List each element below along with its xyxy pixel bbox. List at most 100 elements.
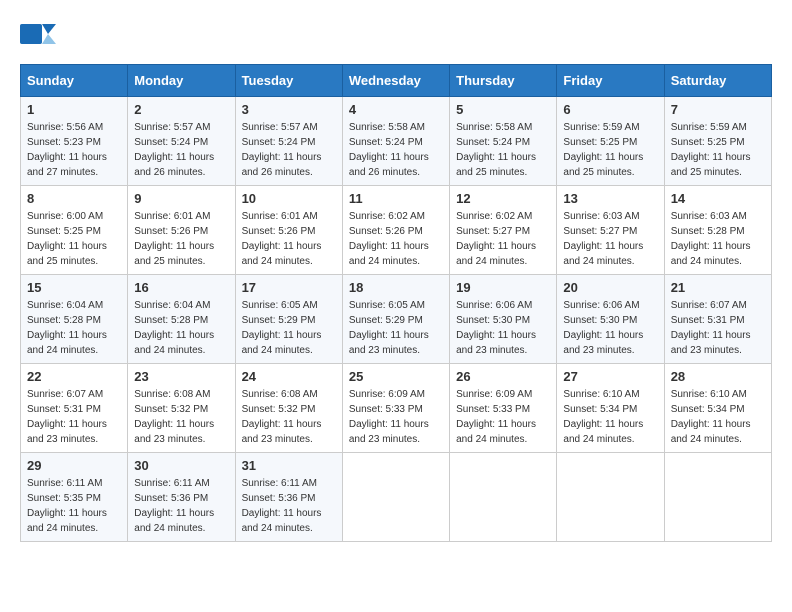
weekday-header: Tuesday	[235, 65, 342, 97]
day-info: Sunrise: 6:01 AM Sunset: 5:26 PM Dayligh…	[242, 209, 336, 269]
day-number: 23	[134, 369, 228, 384]
day-info: Sunrise: 6:04 AM Sunset: 5:28 PM Dayligh…	[27, 298, 121, 358]
calendar-day-cell	[342, 453, 449, 542]
day-info: Sunrise: 6:05 AM Sunset: 5:29 PM Dayligh…	[349, 298, 443, 358]
day-number: 16	[134, 280, 228, 295]
day-number: 2	[134, 102, 228, 117]
day-number: 22	[27, 369, 121, 384]
calendar-day-cell: 20 Sunrise: 6:06 AM Sunset: 5:30 PM Dayl…	[557, 275, 664, 364]
calendar-day-cell	[557, 453, 664, 542]
calendar-day-cell: 22 Sunrise: 6:07 AM Sunset: 5:31 PM Dayl…	[21, 364, 128, 453]
calendar-day-cell: 16 Sunrise: 6:04 AM Sunset: 5:28 PM Dayl…	[128, 275, 235, 364]
logo-icon	[20, 20, 56, 48]
calendar-day-cell: 6 Sunrise: 5:59 AM Sunset: 5:25 PM Dayli…	[557, 97, 664, 186]
day-info: Sunrise: 6:11 AM Sunset: 5:35 PM Dayligh…	[27, 476, 121, 536]
day-number: 6	[563, 102, 657, 117]
day-number: 4	[349, 102, 443, 117]
calendar-day-cell: 18 Sunrise: 6:05 AM Sunset: 5:29 PM Dayl…	[342, 275, 449, 364]
calendar-day-cell	[664, 453, 771, 542]
day-number: 25	[349, 369, 443, 384]
calendar-day-cell: 8 Sunrise: 6:00 AM Sunset: 5:25 PM Dayli…	[21, 186, 128, 275]
weekday-header: Monday	[128, 65, 235, 97]
calendar-week-row: 29 Sunrise: 6:11 AM Sunset: 5:35 PM Dayl…	[21, 453, 772, 542]
calendar-day-cell: 24 Sunrise: 6:08 AM Sunset: 5:32 PM Dayl…	[235, 364, 342, 453]
day-info: Sunrise: 6:04 AM Sunset: 5:28 PM Dayligh…	[134, 298, 228, 358]
day-number: 21	[671, 280, 765, 295]
day-info: Sunrise: 5:59 AM Sunset: 5:25 PM Dayligh…	[671, 120, 765, 180]
day-number: 26	[456, 369, 550, 384]
calendar-day-cell: 10 Sunrise: 6:01 AM Sunset: 5:26 PM Dayl…	[235, 186, 342, 275]
day-number: 24	[242, 369, 336, 384]
calendar-table: SundayMondayTuesdayWednesdayThursdayFrid…	[20, 64, 772, 542]
calendar-day-cell: 11 Sunrise: 6:02 AM Sunset: 5:26 PM Dayl…	[342, 186, 449, 275]
weekday-header: Friday	[557, 65, 664, 97]
weekday-header: Wednesday	[342, 65, 449, 97]
calendar-week-row: 1 Sunrise: 5:56 AM Sunset: 5:23 PM Dayli…	[21, 97, 772, 186]
day-number: 28	[671, 369, 765, 384]
calendar-day-cell: 28 Sunrise: 6:10 AM Sunset: 5:34 PM Dayl…	[664, 364, 771, 453]
calendar-day-cell: 3 Sunrise: 5:57 AM Sunset: 5:24 PM Dayli…	[235, 97, 342, 186]
weekday-header: Saturday	[664, 65, 771, 97]
day-info: Sunrise: 6:02 AM Sunset: 5:26 PM Dayligh…	[349, 209, 443, 269]
day-info: Sunrise: 5:58 AM Sunset: 5:24 PM Dayligh…	[349, 120, 443, 180]
day-number: 1	[27, 102, 121, 117]
day-info: Sunrise: 6:08 AM Sunset: 5:32 PM Dayligh…	[134, 387, 228, 447]
day-number: 20	[563, 280, 657, 295]
day-info: Sunrise: 6:09 AM Sunset: 5:33 PM Dayligh…	[456, 387, 550, 447]
day-info: Sunrise: 6:08 AM Sunset: 5:32 PM Dayligh…	[242, 387, 336, 447]
day-info: Sunrise: 6:07 AM Sunset: 5:31 PM Dayligh…	[671, 298, 765, 358]
day-info: Sunrise: 6:00 AM Sunset: 5:25 PM Dayligh…	[27, 209, 121, 269]
day-info: Sunrise: 6:10 AM Sunset: 5:34 PM Dayligh…	[671, 387, 765, 447]
calendar-day-cell: 12 Sunrise: 6:02 AM Sunset: 5:27 PM Dayl…	[450, 186, 557, 275]
calendar-day-cell: 1 Sunrise: 5:56 AM Sunset: 5:23 PM Dayli…	[21, 97, 128, 186]
day-number: 10	[242, 191, 336, 206]
day-info: Sunrise: 6:02 AM Sunset: 5:27 PM Dayligh…	[456, 209, 550, 269]
calendar-day-cell: 7 Sunrise: 5:59 AM Sunset: 5:25 PM Dayli…	[664, 97, 771, 186]
day-info: Sunrise: 5:57 AM Sunset: 5:24 PM Dayligh…	[134, 120, 228, 180]
calendar-day-cell: 14 Sunrise: 6:03 AM Sunset: 5:28 PM Dayl…	[664, 186, 771, 275]
calendar-day-cell: 27 Sunrise: 6:10 AM Sunset: 5:34 PM Dayl…	[557, 364, 664, 453]
day-info: Sunrise: 6:06 AM Sunset: 5:30 PM Dayligh…	[456, 298, 550, 358]
day-info: Sunrise: 5:57 AM Sunset: 5:24 PM Dayligh…	[242, 120, 336, 180]
calendar-day-cell: 30 Sunrise: 6:11 AM Sunset: 5:36 PM Dayl…	[128, 453, 235, 542]
calendar-day-cell	[450, 453, 557, 542]
day-info: Sunrise: 6:06 AM Sunset: 5:30 PM Dayligh…	[563, 298, 657, 358]
day-number: 19	[456, 280, 550, 295]
day-info: Sunrise: 6:10 AM Sunset: 5:34 PM Dayligh…	[563, 387, 657, 447]
calendar-day-cell: 2 Sunrise: 5:57 AM Sunset: 5:24 PM Dayli…	[128, 97, 235, 186]
day-number: 7	[671, 102, 765, 117]
calendar-week-row: 22 Sunrise: 6:07 AM Sunset: 5:31 PM Dayl…	[21, 364, 772, 453]
calendar-day-cell: 17 Sunrise: 6:05 AM Sunset: 5:29 PM Dayl…	[235, 275, 342, 364]
calendar-day-cell: 4 Sunrise: 5:58 AM Sunset: 5:24 PM Dayli…	[342, 97, 449, 186]
calendar-header-row: SundayMondayTuesdayWednesdayThursdayFrid…	[21, 65, 772, 97]
page-header	[20, 20, 772, 48]
day-number: 17	[242, 280, 336, 295]
calendar-week-row: 15 Sunrise: 6:04 AM Sunset: 5:28 PM Dayl…	[21, 275, 772, 364]
day-info: Sunrise: 5:58 AM Sunset: 5:24 PM Dayligh…	[456, 120, 550, 180]
calendar-day-cell: 13 Sunrise: 6:03 AM Sunset: 5:27 PM Dayl…	[557, 186, 664, 275]
calendar-week-row: 8 Sunrise: 6:00 AM Sunset: 5:25 PM Dayli…	[21, 186, 772, 275]
day-info: Sunrise: 6:09 AM Sunset: 5:33 PM Dayligh…	[349, 387, 443, 447]
calendar-day-cell: 5 Sunrise: 5:58 AM Sunset: 5:24 PM Dayli…	[450, 97, 557, 186]
calendar-day-cell: 19 Sunrise: 6:06 AM Sunset: 5:30 PM Dayl…	[450, 275, 557, 364]
day-number: 8	[27, 191, 121, 206]
day-info: Sunrise: 6:05 AM Sunset: 5:29 PM Dayligh…	[242, 298, 336, 358]
day-number: 3	[242, 102, 336, 117]
day-number: 18	[349, 280, 443, 295]
calendar-day-cell: 21 Sunrise: 6:07 AM Sunset: 5:31 PM Dayl…	[664, 275, 771, 364]
day-number: 9	[134, 191, 228, 206]
calendar-day-cell: 29 Sunrise: 6:11 AM Sunset: 5:35 PM Dayl…	[21, 453, 128, 542]
day-number: 13	[563, 191, 657, 206]
calendar-day-cell: 9 Sunrise: 6:01 AM Sunset: 5:26 PM Dayli…	[128, 186, 235, 275]
day-number: 27	[563, 369, 657, 384]
day-number: 31	[242, 458, 336, 473]
logo	[20, 20, 60, 48]
calendar-day-cell: 25 Sunrise: 6:09 AM Sunset: 5:33 PM Dayl…	[342, 364, 449, 453]
day-number: 11	[349, 191, 443, 206]
day-info: Sunrise: 5:59 AM Sunset: 5:25 PM Dayligh…	[563, 120, 657, 180]
day-info: Sunrise: 6:11 AM Sunset: 5:36 PM Dayligh…	[134, 476, 228, 536]
day-number: 12	[456, 191, 550, 206]
calendar-day-cell: 15 Sunrise: 6:04 AM Sunset: 5:28 PM Dayl…	[21, 275, 128, 364]
day-info: Sunrise: 6:07 AM Sunset: 5:31 PM Dayligh…	[27, 387, 121, 447]
day-info: Sunrise: 6:03 AM Sunset: 5:27 PM Dayligh…	[563, 209, 657, 269]
